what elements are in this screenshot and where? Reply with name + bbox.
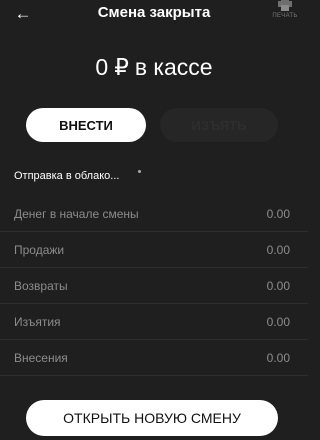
- summary-label: Внесения: [14, 350, 68, 365]
- cash-amount-value: 0: [95, 54, 109, 80]
- summary-value: 0.00: [266, 350, 290, 365]
- sync-indicator: [138, 170, 141, 173]
- summary-value: 0.00: [266, 242, 290, 257]
- open-shift-button[interactable]: ОТКРЫТЬ НОВУЮ СМЕНУ: [26, 400, 278, 436]
- shift-summary-list: Денег в начале смены 0.00 Продажи 0.00 В…: [0, 196, 308, 376]
- summary-row-sales: Продажи 0.00: [0, 232, 308, 268]
- print-button[interactable]: ПЕЧАТЬ: [270, 0, 300, 28]
- sync-status: Отправка в облако...: [14, 170, 120, 182]
- withdraw-button[interactable]: ИЗЪЯТЬ: [160, 108, 278, 142]
- summary-label: Возвраты: [14, 278, 68, 293]
- summary-row-deposits: Внесения 0.00: [0, 340, 308, 376]
- page-title: Смена закрыта: [97, 4, 211, 21]
- cash-amount: 0 ₽ в кассе: [0, 54, 308, 81]
- printer-icon: [278, 0, 292, 11]
- print-label: ПЕЧАТЬ: [272, 13, 298, 19]
- summary-label: Изъятия: [14, 314, 61, 329]
- app-header: ← Смена закрыта ПЕЧАТЬ: [0, 0, 308, 28]
- summary-row-withdrawals: Изъятия 0.00: [0, 304, 308, 340]
- summary-label: Продажи: [14, 242, 65, 257]
- summary-label: Денег в начале смены: [14, 206, 139, 221]
- summary-row-start-cash: Денег в начале смены 0.00: [0, 196, 308, 232]
- summary-value: 0.00: [266, 278, 290, 293]
- cash-amount-suffix: в кассе: [134, 54, 213, 80]
- currency-sign: ₽: [114, 54, 129, 80]
- summary-value: 0.00: [266, 314, 290, 329]
- deposit-button[interactable]: ВНЕСТИ: [26, 108, 146, 142]
- summary-value: 0.00: [266, 206, 290, 221]
- summary-row-returns: Возвраты 0.00: [0, 268, 308, 304]
